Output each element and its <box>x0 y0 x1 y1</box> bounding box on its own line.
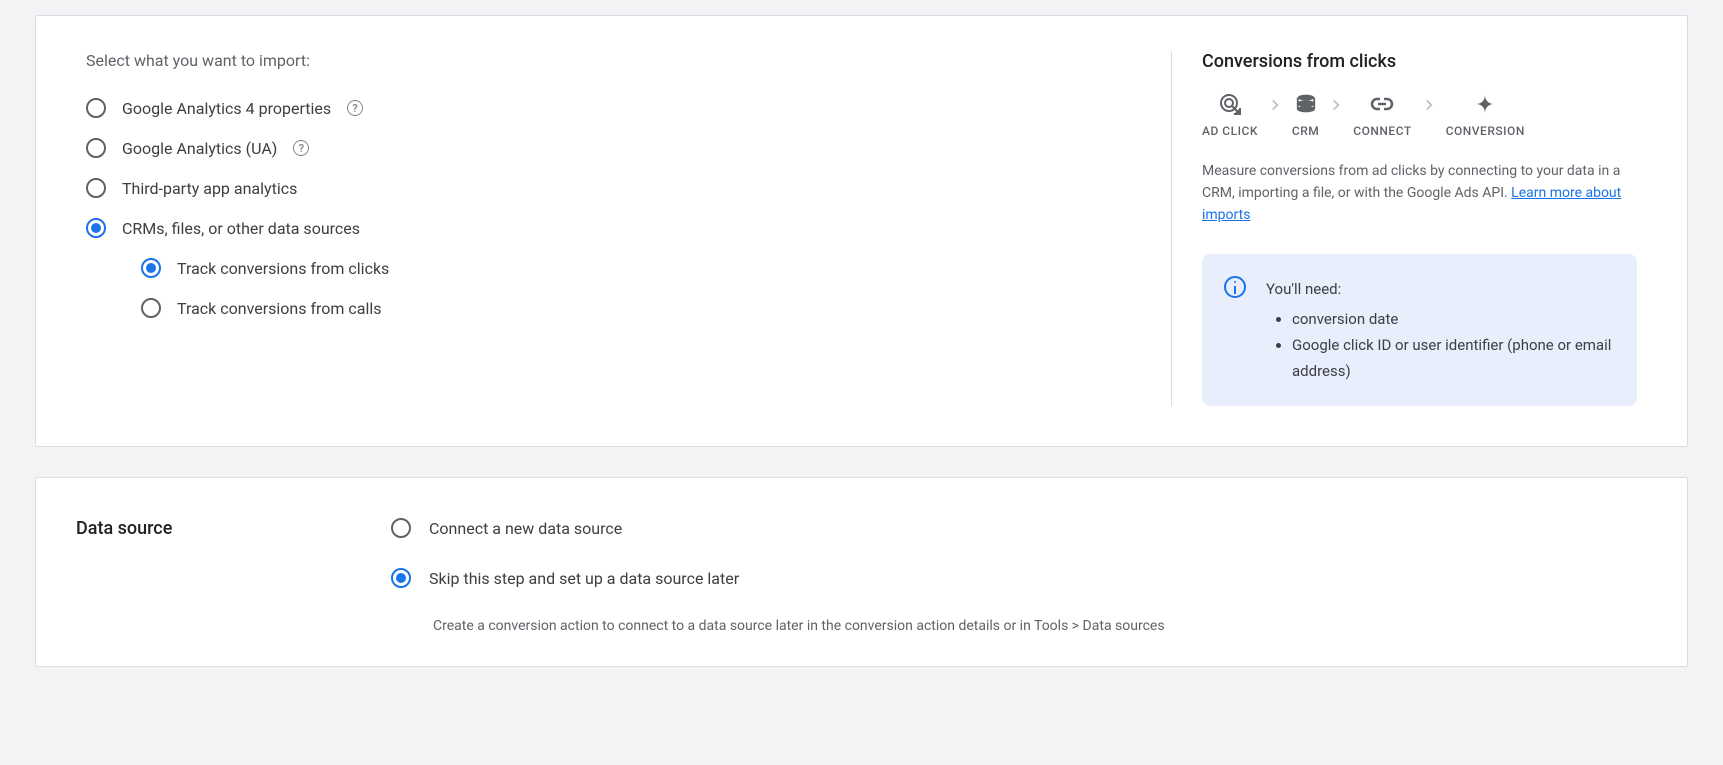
radio-unchecked-icon[interactable] <box>141 298 161 318</box>
flow-step-connect: CONNECT <box>1353 92 1411 138</box>
link-icon <box>1370 92 1394 116</box>
flow-label: CONVERSION <box>1446 124 1525 138</box>
import-options-column: Select what you want to import: Google A… <box>86 51 1171 406</box>
requirements-body: You'll need: conversion date Google clic… <box>1266 276 1613 384</box>
option-label: Google Analytics 4 properties <box>122 99 331 118</box>
radio-checked-icon[interactable] <box>141 258 161 278</box>
option-label: Connect a new data source <box>429 519 622 538</box>
chevron-right-icon <box>1268 97 1282 116</box>
radio-unchecked-icon[interactable] <box>86 138 106 158</box>
info-icon <box>1224 276 1246 298</box>
preview-description: Measure conversions from ad clicks by co… <box>1202 160 1637 226</box>
option-label: Third-party app analytics <box>122 179 297 198</box>
radio-checked-icon[interactable] <box>86 218 106 238</box>
option-label: Google Analytics (UA) <box>122 139 277 158</box>
conversion-flow: AD CLICK CRM CONNECT <box>1202 92 1637 138</box>
sparkle-icon <box>1473 92 1497 116</box>
help-icon[interactable]: ? <box>293 140 309 156</box>
import-selection-card: Select what you want to import: Google A… <box>35 15 1688 447</box>
flow-step-conversion: CONVERSION <box>1446 92 1525 138</box>
option-label: Track conversions from calls <box>177 299 382 318</box>
vertical-divider <box>1171 51 1172 406</box>
preview-panel: Conversions from clicks AD CLICK CRM <box>1202 51 1637 406</box>
sub-option-clicks[interactable]: Track conversions from clicks <box>141 258 1141 278</box>
flow-step-crm: CRM <box>1292 92 1319 138</box>
radio-unchecked-icon[interactable] <box>86 178 106 198</box>
option-label: Track conversions from clicks <box>177 259 389 278</box>
radio-unchecked-icon[interactable] <box>86 98 106 118</box>
database-icon <box>1294 92 1318 116</box>
data-source-title: Data source <box>76 518 391 634</box>
option-ga-ua[interactable]: Google Analytics (UA) ? <box>86 138 1141 158</box>
radio-checked-icon[interactable] <box>391 568 411 588</box>
chevron-right-icon <box>1422 97 1436 116</box>
chevron-right-icon <box>1329 97 1343 116</box>
radio-unchecked-icon[interactable] <box>391 518 411 538</box>
requirements-heading: You'll need: <box>1266 276 1613 302</box>
option-ga4[interactable]: Google Analytics 4 properties ? <box>86 98 1141 118</box>
list-item: Google click ID or user identifier (phon… <box>1292 332 1613 384</box>
data-source-card: Data source Connect a new data source Sk… <box>35 477 1688 667</box>
data-source-body: Connect a new data source Skip this step… <box>391 518 1647 634</box>
flow-label: CONNECT <box>1353 124 1411 138</box>
ds-option-connect-new[interactable]: Connect a new data source <box>391 518 1647 538</box>
requirements-box: You'll need: conversion date Google clic… <box>1202 254 1637 406</box>
ds-option-skip[interactable]: Skip this step and set up a data source … <box>391 568 1647 588</box>
flow-label: CRM <box>1292 124 1319 138</box>
list-item: conversion date <box>1292 306 1613 332</box>
ad-click-icon <box>1218 92 1242 116</box>
preview-title: Conversions from clicks <box>1202 51 1637 72</box>
option-crm-files[interactable]: CRMs, files, or other data sources <box>86 218 1141 238</box>
option-third-party[interactable]: Third-party app analytics <box>86 178 1141 198</box>
option-label: CRMs, files, or other data sources <box>122 219 360 238</box>
data-source-hint: Create a conversion action to connect to… <box>391 618 1647 634</box>
help-icon[interactable]: ? <box>347 100 363 116</box>
sub-option-calls[interactable]: Track conversions from calls <box>141 298 1141 318</box>
import-prompt: Select what you want to import: <box>86 51 1141 70</box>
sub-options: Track conversions from clicks Track conv… <box>86 258 1141 318</box>
flow-step-ad-click: AD CLICK <box>1202 92 1258 138</box>
option-label: Skip this step and set up a data source … <box>429 569 739 588</box>
requirements-list: conversion date Google click ID or user … <box>1266 306 1613 384</box>
flow-label: AD CLICK <box>1202 124 1258 138</box>
